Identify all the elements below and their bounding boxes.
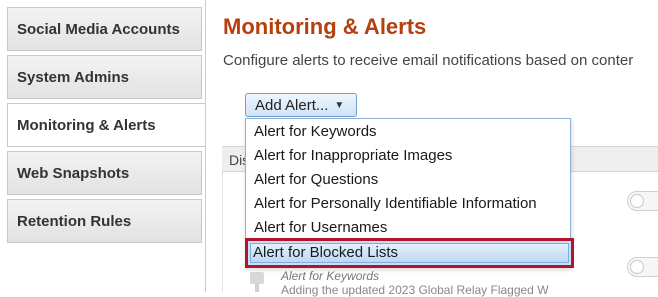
sidebar-item-label: System Admins [17, 68, 129, 86]
sidebar-item-system-admins[interactable]: System Admins [7, 55, 202, 99]
alert-type-label: Alert for Keywords [281, 269, 380, 283]
sidebar-item-label: Retention Rules [17, 212, 132, 230]
menu-item-alert-pii[interactable]: Alert for Personally Identifiable Inform… [254, 192, 537, 216]
alert-description: Adding the updated 2023 Global Relay Fla… [281, 283, 549, 297]
menu-item-alert-questions[interactable]: Alert for Questions [254, 168, 378, 192]
sidebar-item-monitoring-alerts[interactable]: Monitoring & Alerts [7, 103, 206, 147]
alert-type-icon [250, 272, 264, 292]
sidebar: Social Media Accounts System Admins Moni… [0, 0, 206, 292]
page-title: Monitoring & Alerts [223, 14, 427, 39]
sidebar-item-label: Monitoring & Alerts [17, 116, 156, 134]
menu-item-alert-keywords[interactable]: Alert for Keywords [254, 120, 377, 144]
page-description: Configure alerts to receive email notifi… [223, 52, 634, 69]
menu-item-alert-usernames[interactable]: Alert for Usernames [254, 216, 387, 240]
toggle-knob [630, 194, 644, 208]
enable-toggle[interactable] [627, 191, 658, 211]
sidebar-divider [205, 0, 206, 292]
add-alert-button-label: Add Alert... [255, 96, 329, 114]
sidebar-item-retention-rules[interactable]: Retention Rules [7, 199, 202, 243]
sidebar-item-social-media-accounts[interactable]: Social Media Accounts [7, 7, 202, 51]
sidebar-item-web-snapshots[interactable]: Web Snapshots [7, 151, 202, 195]
toggle-knob [630, 260, 644, 274]
menu-item-alert-blocked-lists[interactable]: Alert for Blocked Lists [253, 241, 398, 265]
sidebar-item-label: Web Snapshots [17, 164, 130, 182]
chevron-down-icon: ▼ [334, 99, 345, 111]
add-alert-button[interactable]: Add Alert... ▼ [245, 93, 357, 117]
menu-item-alert-inappropriate-images[interactable]: Alert for Inappropriate Images [254, 144, 452, 168]
enable-toggle[interactable] [627, 257, 658, 277]
sidebar-item-label: Social Media Accounts [17, 20, 180, 38]
